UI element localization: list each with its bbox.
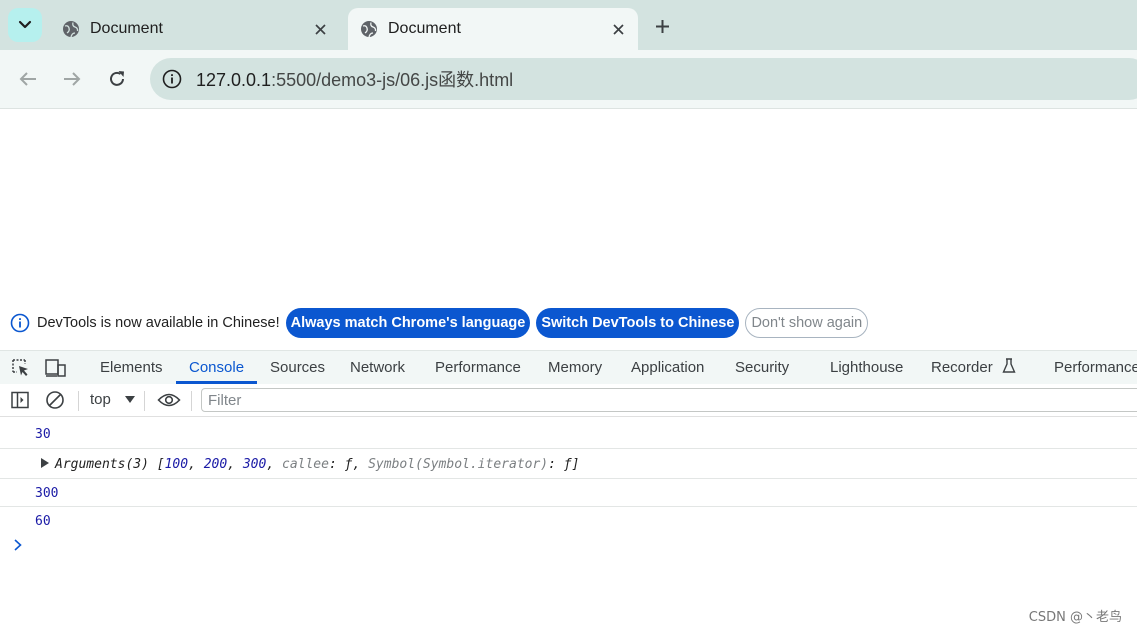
arg-func: ƒ bbox=[344, 457, 353, 472]
bracket-open: [ bbox=[156, 457, 165, 472]
tab-memory[interactable]: Memory bbox=[548, 351, 602, 384]
arg-key: callee bbox=[282, 457, 329, 472]
tab-strip: Document Document bbox=[0, 0, 1137, 50]
tab-performance-insights[interactable]: Performance bbox=[1054, 351, 1137, 384]
tab-title: Document bbox=[90, 20, 163, 37]
url-text: 127.0.0.1:5500/demo3-js/06.js函数.html bbox=[196, 66, 513, 92]
close-tab-button[interactable] bbox=[604, 15, 632, 43]
tab-elements[interactable]: Elements bbox=[100, 351, 163, 384]
address-bar[interactable]: 127.0.0.1:5500/demo3-js/06.js函数.html bbox=[150, 58, 1137, 100]
chevron-down-icon bbox=[18, 20, 32, 29]
tab-lighthouse[interactable]: Lighthouse bbox=[830, 351, 903, 384]
tab-application[interactable]: Application bbox=[631, 351, 704, 384]
device-icon bbox=[45, 359, 66, 377]
expand-triangle-icon[interactable] bbox=[41, 458, 49, 468]
block-icon bbox=[46, 391, 64, 409]
tab-console[interactable]: Console bbox=[189, 351, 244, 384]
globe-icon bbox=[63, 21, 79, 38]
devtools-tab-bar: Elements Console Sources Network Perform… bbox=[0, 350, 1137, 385]
new-tab-button[interactable] bbox=[648, 12, 676, 40]
arg-value: 100 bbox=[164, 457, 189, 472]
tab-title: Document bbox=[388, 20, 461, 37]
site-info-button[interactable] bbox=[160, 67, 184, 91]
inspect-element-button[interactable] bbox=[10, 357, 32, 379]
toolbar-divider bbox=[78, 391, 79, 411]
reload-icon bbox=[110, 71, 124, 86]
console-prompt-icon[interactable] bbox=[12, 538, 24, 552]
browser-tab-2[interactable]: Document bbox=[348, 8, 638, 50]
select-element-icon bbox=[12, 359, 28, 376]
watermark: CSDN @丶老鸟 bbox=[1028, 610, 1122, 625]
devtools-language-infobar: DevTools is now available in Chinese! Al… bbox=[0, 304, 1137, 342]
log-value: 60 bbox=[35, 514, 51, 529]
close-tab-button[interactable] bbox=[306, 15, 334, 43]
arguments-object: Arguments(3) [100, 200, 300, callee: ƒ, … bbox=[55, 457, 580, 472]
back-button[interactable] bbox=[14, 65, 42, 93]
console-message: 300 bbox=[0, 479, 1137, 507]
context-selector[interactable]: top bbox=[90, 384, 136, 416]
forward-button[interactable] bbox=[58, 65, 86, 93]
clear-console-button[interactable] bbox=[44, 389, 66, 411]
log-value: 30 bbox=[35, 427, 51, 442]
info-icon bbox=[162, 69, 182, 89]
arg-value: 300 bbox=[242, 457, 267, 472]
globe-icon bbox=[361, 21, 377, 38]
live-expression-button[interactable] bbox=[156, 389, 182, 411]
tab-sources[interactable]: Sources bbox=[270, 351, 325, 384]
console-message: 60 bbox=[0, 507, 1137, 534]
flask-icon bbox=[1002, 358, 1016, 373]
tab-search-button[interactable] bbox=[8, 8, 42, 42]
url-host: 127.0.0.1 bbox=[196, 70, 272, 90]
console-toolbar: top bbox=[0, 384, 1137, 417]
browser-tab-1[interactable]: Document bbox=[50, 8, 340, 50]
log-value: 300 bbox=[35, 486, 59, 501]
tab-performance[interactable]: Performance bbox=[435, 351, 521, 384]
info-icon bbox=[10, 313, 30, 333]
console-message[interactable]: Arguments(3) [100, 200, 300, callee: ƒ, … bbox=[0, 449, 1137, 479]
tab-network[interactable]: Network bbox=[350, 351, 405, 384]
arguments-label: Arguments(3) bbox=[55, 457, 149, 472]
device-toolbar-button[interactable] bbox=[45, 357, 67, 379]
caret-down-icon bbox=[125, 396, 136, 403]
plus-icon bbox=[655, 19, 669, 33]
context-label: top bbox=[90, 391, 111, 408]
tab-recorder[interactable]: Recorder bbox=[931, 351, 1016, 384]
always-match-language-button[interactable]: Always match Chrome's language bbox=[285, 308, 531, 338]
arrow-right-icon bbox=[64, 72, 81, 86]
sidebar-icon bbox=[11, 391, 29, 409]
switch-to-chinese-button[interactable]: Switch DevTools to Chinese bbox=[536, 308, 740, 338]
close-icon bbox=[612, 23, 624, 35]
console-message: 30 bbox=[0, 418, 1137, 449]
infobar-message: DevTools is now available in Chinese! bbox=[37, 315, 280, 331]
arg-value: 200 bbox=[203, 457, 228, 472]
reload-button[interactable] bbox=[103, 65, 131, 93]
tab-security[interactable]: Security bbox=[735, 351, 789, 384]
toolbar-divider bbox=[144, 391, 145, 411]
browser-toolbar: 127.0.0.1:5500/demo3-js/06.js函数.html bbox=[0, 50, 1137, 109]
url-path: :5500/demo3-js/06.js函数.html bbox=[271, 70, 514, 90]
close-icon bbox=[314, 23, 326, 35]
eye-icon bbox=[157, 393, 181, 407]
arg-key: Symbol(Symbol.iterator) bbox=[368, 457, 549, 472]
show-sidebar-button[interactable] bbox=[9, 389, 31, 411]
bracket-close: ] bbox=[571, 457, 580, 472]
arg-func: ƒ bbox=[563, 457, 572, 472]
dont-show-again-button[interactable]: Don't show again bbox=[745, 308, 869, 338]
tab-recorder-label: Recorder bbox=[931, 359, 993, 376]
filter-input[interactable] bbox=[201, 388, 1137, 412]
arrow-left-icon bbox=[19, 72, 36, 86]
toolbar-divider bbox=[191, 391, 192, 411]
